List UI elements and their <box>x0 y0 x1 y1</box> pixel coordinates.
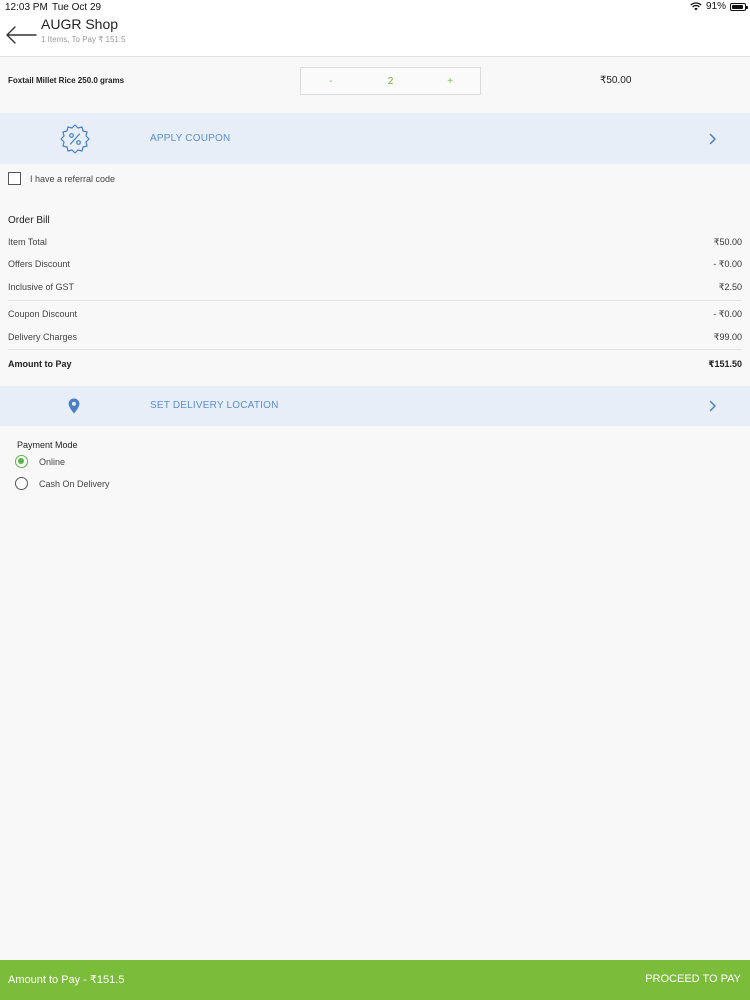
bill-row-coupon-discount: Coupon Discount - ₹0.00 <box>8 309 742 319</box>
radio-selected[interactable] <box>15 455 28 468</box>
quantity-stepper: - 2 + <box>300 67 481 95</box>
bill-label: Offers Discount <box>8 259 70 269</box>
item-name: Foxtail Millet Rice 250.0 grams <box>8 76 125 85</box>
app-header: AUGR Shop 1 Items, To Pay ₹ 151.5 <box>0 15 750 57</box>
proceed-to-pay-button[interactable]: PROCEED TO PAY <box>645 973 741 985</box>
bill-row-offers-discount: Offers Discount - ₹0.00 <box>8 259 742 269</box>
order-bill-title: Order Bill <box>8 215 50 226</box>
battery-percent: 91% <box>705 1 726 12</box>
status-bar: 12:03 PM Tue Oct 29 91% <box>0 0 750 15</box>
bill-value: - ₹0.00 <box>713 309 742 319</box>
payment-option-label: Cash On Delivery <box>39 478 110 489</box>
payment-mode-title: Payment Mode <box>17 440 78 450</box>
bill-label: Item Total <box>8 237 47 247</box>
payment-option-label: Online <box>39 456 66 467</box>
map-pin-icon <box>68 398 80 414</box>
bill-divider <box>8 300 742 301</box>
item-price: ₹50.00 <box>600 75 632 86</box>
increment-button[interactable]: + <box>420 76 480 87</box>
radio-unselected[interactable] <box>15 477 28 490</box>
chevron-right-icon <box>709 133 716 145</box>
battery-level <box>732 4 743 9</box>
chevron-right-icon <box>709 400 716 412</box>
cart-item-row: Foxtail Millet Rice 250.0 grams - 2 + ₹5… <box>0 57 750 112</box>
back-arrow-icon[interactable] <box>5 25 37 45</box>
decrement-button[interactable]: - <box>301 76 361 87</box>
wifi-icon <box>690 2 702 11</box>
battery-icon <box>730 2 748 11</box>
bill-value: ₹2.50 <box>718 282 742 292</box>
bill-label: Coupon Discount <box>8 309 78 319</box>
page-title: AUGR Shop <box>41 16 119 32</box>
bill-row-delivery-charges: Delivery Charges ₹99.00 <box>8 332 742 342</box>
status-time: 12:03 PM <box>5 2 48 13</box>
page-subtitle: 1 Items, To Pay ₹ 151.5 <box>41 35 126 44</box>
percent-badge-icon <box>60 124 90 154</box>
bill-value: - ₹0.00 <box>713 259 742 269</box>
bill-row-gst: Inclusive of GST ₹2.50 <box>8 282 742 292</box>
set-delivery-location-label: SET DELIVERY LOCATION <box>150 400 279 411</box>
apply-coupon-button[interactable]: APPLY COUPON <box>0 113 750 164</box>
status-date: Tue Oct 29 <box>52 2 102 13</box>
apply-coupon-label: APPLY COUPON <box>150 133 231 144</box>
checkout-footer: Amount to Pay - ₹151.5 PROCEED TO PAY <box>0 960 750 1000</box>
bill-label: Inclusive of GST <box>8 282 75 292</box>
payment-option-cod[interactable]: Cash On Delivery <box>15 477 110 490</box>
bill-value: ₹50.00 <box>713 237 742 247</box>
bill-divider <box>8 349 742 350</box>
footer-amount-to-pay: Amount to Pay - ₹151.5 <box>8 974 125 986</box>
bill-label: Delivery Charges <box>8 332 78 342</box>
bill-value: ₹99.00 <box>713 332 742 342</box>
bill-row-amount-to-pay: Amount to Pay ₹151.50 <box>8 359 742 369</box>
payment-option-online[interactable]: Online <box>15 455 65 468</box>
status-indicators: 91% <box>690 1 748 12</box>
bill-row-item-total: Item Total ₹50.00 <box>8 237 742 247</box>
bill-total-value: ₹151.50 <box>708 359 742 369</box>
bill-total-label: Amount to Pay <box>8 359 72 369</box>
referral-code-checkbox[interactable]: I have a referral code <box>8 172 115 185</box>
quantity-value: 2 <box>387 75 394 87</box>
referral-code-label: I have a referral code <box>30 173 116 184</box>
checkbox-box[interactable] <box>8 172 21 185</box>
set-delivery-location-button[interactable]: SET DELIVERY LOCATION <box>0 386 750 426</box>
